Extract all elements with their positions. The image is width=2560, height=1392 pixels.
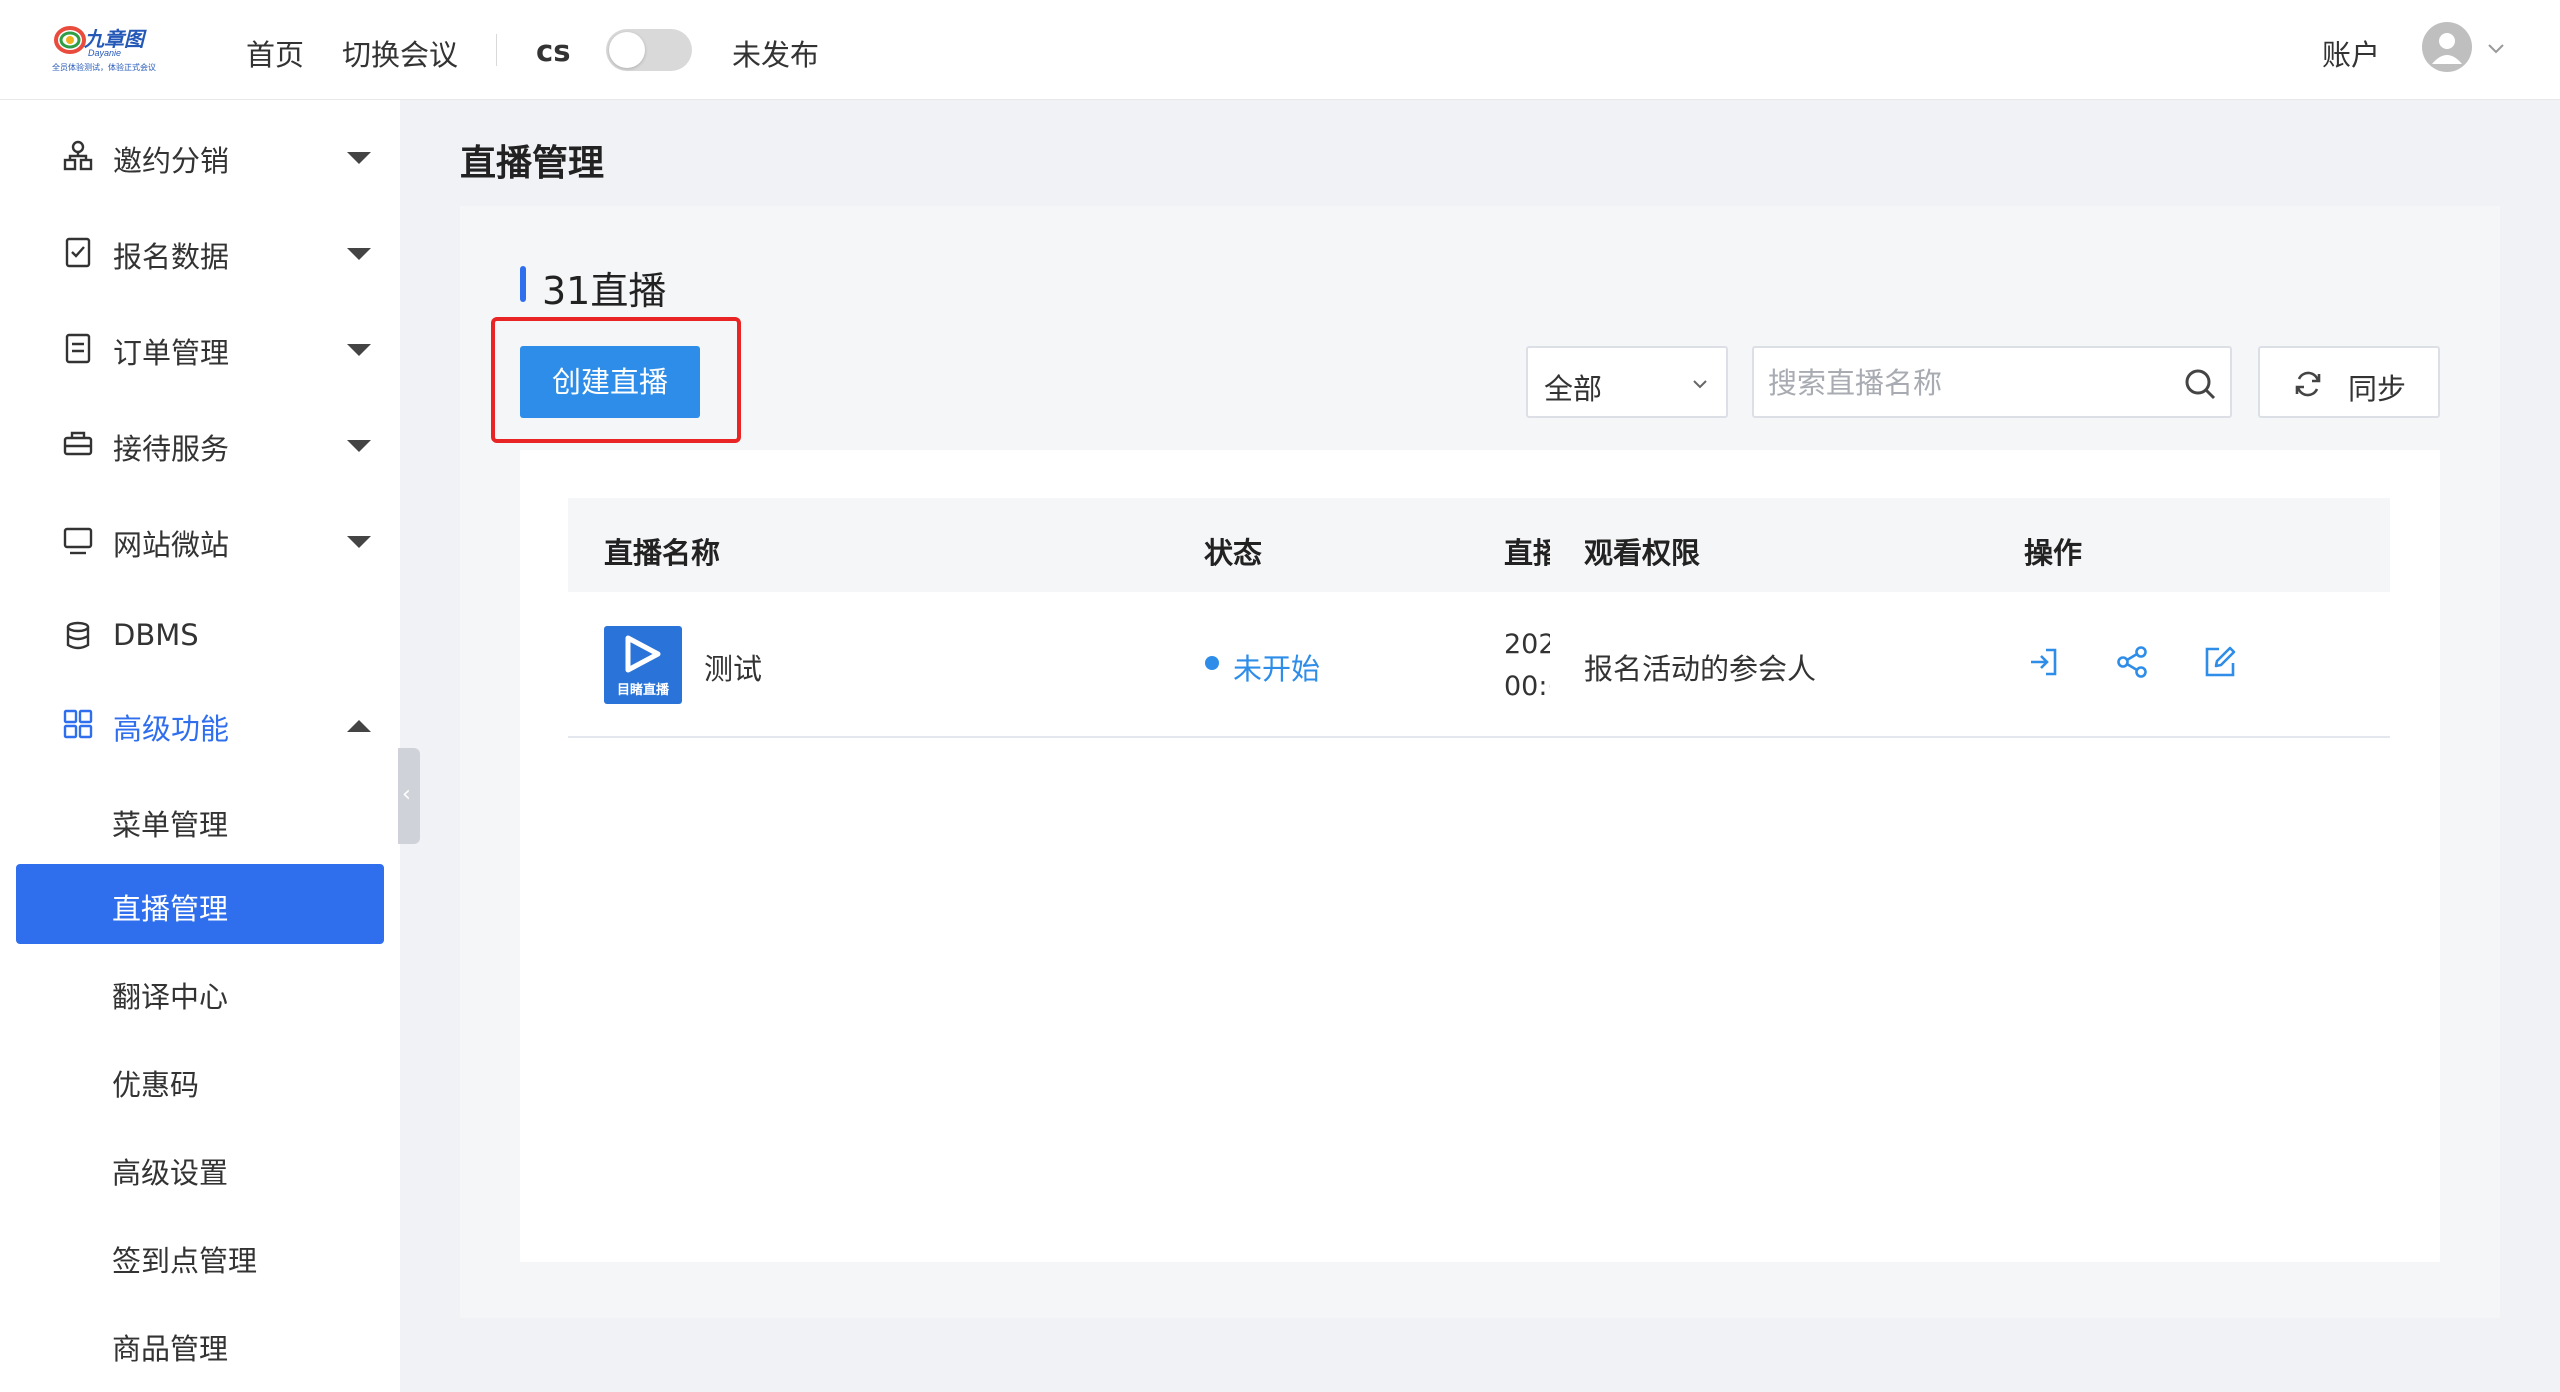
logo[interactable]: 九章图 Dayanie 全员体验测试，体验正式会议 — [48, 20, 178, 80]
refresh-icon — [2295, 371, 2321, 397]
filter-value: 全部 — [1544, 372, 1603, 406]
sidebar-item-label: 高级功能 — [113, 712, 230, 746]
live-thumbnail[interactable]: 目睹直播 — [604, 626, 682, 704]
search-icon[interactable] — [2182, 366, 2218, 402]
section-title: 31直播 — [542, 269, 667, 313]
column-header-name: 直播名称 — [604, 536, 721, 570]
column-header-actions: 操作 — [2024, 536, 2083, 570]
logo-icon: 九章图 Dayanie 全员体验测试，体验正式会议 — [52, 26, 156, 72]
avatar[interactable] — [2422, 22, 2472, 72]
column-header-status: 状态 — [1204, 536, 1263, 570]
sidebar-subitem-label: 优惠码 — [112, 1068, 200, 1102]
conference-name: cs — [536, 34, 571, 68]
sidebar-item-label: DBMS — [113, 618, 199, 652]
database-icon — [66, 621, 90, 650]
sidebar-item-label: 接待服务 — [113, 432, 230, 466]
sidebar-item-label: 报名数据 — [113, 240, 230, 274]
sidebar-subitem-label: 直播管理 — [112, 892, 229, 926]
thumbnail-label: 目睹直播 — [616, 683, 669, 698]
search-input[interactable] — [1768, 362, 2148, 404]
grid-icon — [63, 709, 93, 739]
sidebar-item-label: 订单管理 — [113, 336, 230, 370]
top-header: 九章图 Dayanie 全员体验测试，体验正式会议 首页 切换会议 cs 未发布… — [0, 0, 2560, 100]
row-divider — [568, 736, 2390, 738]
order-list-icon — [65, 333, 91, 364]
sidebar-collapse-handle[interactable]: ‹ — [398, 748, 420, 844]
nav-home[interactable]: 首页 — [246, 32, 304, 74]
view-permission: 报名活动的参会人 — [1584, 652, 1817, 686]
nav-switch-conference[interactable]: 切换会议 — [342, 32, 458, 74]
live-time-cell: 202 00:( — [1504, 624, 1550, 714]
highlight-annotation — [491, 317, 741, 443]
monitor-icon — [63, 527, 93, 555]
svg-text:全员体验测试，体验正式会议: 全员体验测试，体验正式会议 — [52, 62, 156, 72]
sidebar-item-invite-distribution[interactable]: 邀约分销 — [0, 116, 400, 196]
sidebar-subitem-translation-center[interactable]: 翻译中心 — [16, 952, 384, 1032]
chevron-down-icon — [1693, 380, 1707, 389]
sidebar-item-registration-data[interactable]: 报名数据 — [0, 212, 400, 292]
section-accent-bar — [520, 266, 526, 302]
sidebar-subitem-label: 翻译中心 — [112, 980, 229, 1014]
sidebar-item-reception-service[interactable]: 接待服务 — [0, 404, 400, 484]
share-icon[interactable] — [2114, 644, 2150, 680]
sidebar-subitem-label: 商品管理 — [112, 1332, 229, 1366]
sidebar-subitem-live-management[interactable]: 直播管理 — [16, 864, 384, 944]
caret-down-icon — [347, 152, 371, 164]
page-title: 直播管理 — [460, 143, 605, 184]
sync-button[interactable]: 同步 — [2258, 346, 2440, 418]
sidebar-subitem-menu-management[interactable]: 菜单管理 — [16, 780, 384, 860]
sidebar-item-dbms[interactable]: DBMS — [0, 596, 400, 676]
sidebar-item-order-management[interactable]: 订单管理 — [0, 308, 400, 388]
caret-down-icon — [347, 440, 371, 452]
caret-down-icon — [347, 248, 371, 260]
edit-icon[interactable] — [2202, 644, 2238, 680]
sidebar-subitem-label: 菜单管理 — [112, 808, 229, 842]
sync-label: 同步 — [2348, 372, 2407, 406]
nav-divider — [496, 34, 497, 66]
publish-toggle[interactable] — [606, 29, 692, 71]
column-header-permission: 观看权限 — [1584, 536, 1701, 570]
toggle-knob — [609, 32, 645, 68]
clipboard-check-icon — [65, 237, 91, 268]
publish-status: 未发布 — [732, 38, 820, 72]
sidebar-item-label: 邀约分销 — [113, 144, 230, 178]
sidebar-subitem-checkin-points[interactable]: 签到点管理 — [16, 1216, 384, 1296]
svg-text:Dayanie: Dayanie — [88, 48, 121, 58]
live-name[interactable]: 测试 — [704, 646, 762, 688]
status-filter-select[interactable]: 全部 — [1526, 346, 1728, 418]
user-avatar-icon — [2432, 33, 2462, 64]
table-header — [568, 498, 2390, 592]
sidebar-item-advanced[interactable]: 高级功能 — [0, 684, 400, 764]
chevron-down-icon[interactable] — [2484, 36, 2508, 60]
caret-up-icon — [347, 720, 371, 732]
column-header-live-time: 直播 — [1504, 536, 1550, 570]
sidebar-subitem-coupon-code[interactable]: 优惠码 — [16, 1040, 384, 1120]
sidebar: 邀约分销 报名数据 订单管理 接待服务 网站微站 DBMS 高级功能 菜单管理 … — [0, 100, 400, 1392]
caret-down-icon — [347, 344, 371, 356]
sidebar-subitem-advanced-settings[interactable]: 高级设置 — [16, 1128, 384, 1208]
reception-icon — [63, 431, 93, 456]
sidebar-subitem-label: 签到点管理 — [112, 1244, 258, 1278]
search-box — [1752, 346, 2232, 418]
sidebar-subitem-label: 高级设置 — [112, 1156, 229, 1190]
chevron-left-icon: ‹ — [402, 782, 411, 807]
sidebar-subitem-product-management[interactable]: 商品管理 — [16, 1304, 384, 1384]
status-badge: 未开始 — [1233, 652, 1321, 686]
sidebar-item-website[interactable]: 网站微站 — [0, 500, 400, 580]
live-time-line2: 00:( — [1504, 671, 1550, 702]
enter-icon[interactable] — [2026, 644, 2062, 680]
caret-down-icon — [347, 536, 371, 548]
status-dot — [1205, 656, 1219, 670]
live-time-line1: 202 — [1504, 629, 1550, 660]
org-chart-icon — [63, 140, 93, 171]
account-label[interactable]: 账户 — [2322, 32, 2380, 74]
sidebar-item-label: 网站微站 — [113, 528, 230, 562]
